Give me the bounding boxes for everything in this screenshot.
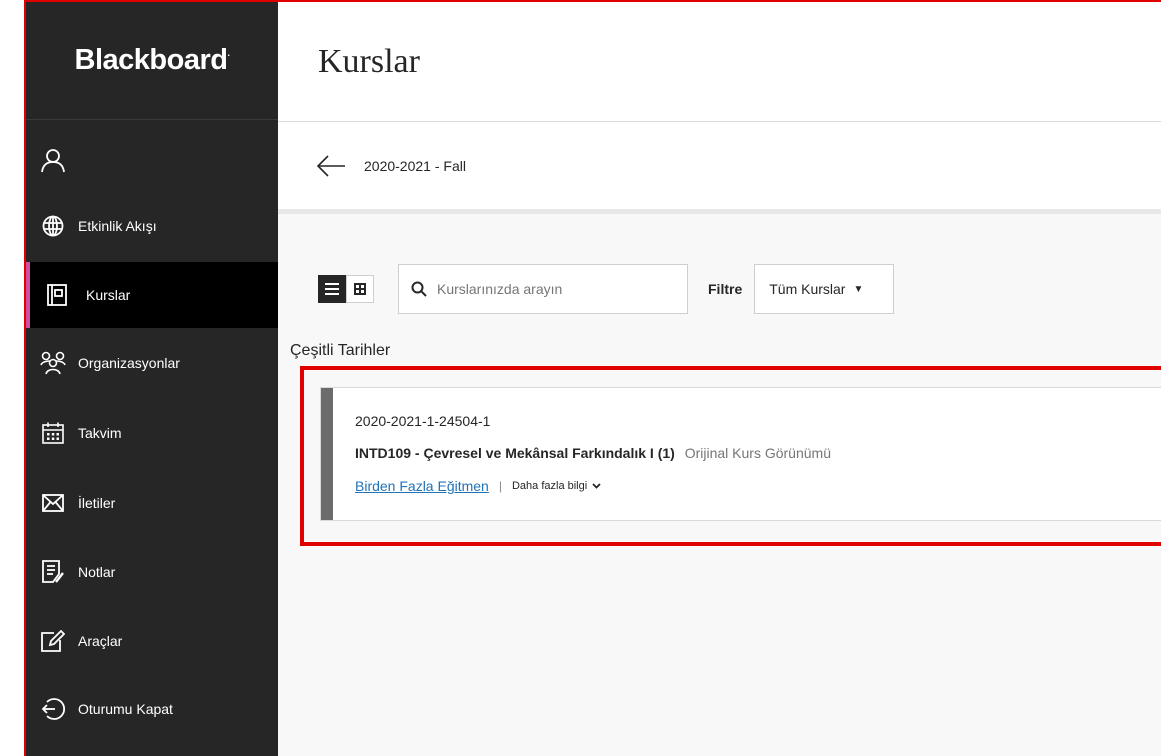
course-color-bar [321,388,333,520]
course-view-type: Orijinal Kurs Görünümü [684,445,831,461]
course-name[interactable]: INTD109 - Çevresel ve Mekânsal Farkındal… [355,445,675,461]
page-header: Kurslar [278,2,1161,122]
chevron-down-icon [592,483,601,489]
sidebar-item-label: Kurslar [86,287,131,303]
calendar-icon [40,420,66,446]
sidebar-item-messages[interactable]: İletiler [26,470,278,536]
courses-content: Filtre Tüm Kurslar ▼ Çeşitli Tarihler 20… [278,214,1161,756]
caret-down-icon: ▼ [853,283,864,295]
list-view-icon [325,283,339,295]
logo-area: Blackboard. [26,2,278,120]
search-input[interactable] [437,281,677,297]
back-arrow-icon[interactable] [316,151,346,181]
sidebar: Blackboard. Etkinlik Akışı Kurslar Organ… [26,2,278,756]
organizations-icon [40,350,66,376]
sidebar-item-label: Oturumu Kapat [78,701,173,717]
sidebar-item-tools[interactable]: Araçlar [26,608,278,674]
grid-view-icon [354,283,366,295]
sidebar-item-organizations[interactable]: Organizasyonlar [26,330,278,396]
grades-icon [40,559,66,585]
list-view-button[interactable] [318,275,346,303]
term-group-title: Çeşitli Tarihler [290,342,391,359]
sidebar-item-activity-stream[interactable]: Etkinlik Akışı [26,193,278,259]
user-icon [40,147,66,173]
view-toggle [318,275,374,303]
term-label: 2020-2021 - Fall [364,157,466,174]
sidebar-item-label: Araçlar [78,633,123,649]
sidebar-item-logout[interactable]: Oturumu Kapat [26,676,278,742]
more-info-label: Daha fazla bilgi [511,480,588,492]
courses-toolbar: Filtre Tüm Kurslar ▼ [318,264,895,314]
filter-select[interactable]: Tüm Kurslar ▼ [754,264,895,314]
logout-icon [40,696,66,722]
sidebar-item-label: Etkinlik Akışı [78,218,157,234]
sidebar-item-profile[interactable] [26,127,278,193]
main-content: Kurslar 2020-2021 - Fall Kurslarınızda a… [278,2,1161,756]
course-id: 2020-2021-1-24504-1 [355,413,491,429]
more-info-toggle[interactable]: Daha fazla bilgi [512,480,601,492]
course-card[interactable]: 2020-2021-1-24504-1 INTD109 - Çevresel v… [320,387,1161,521]
instructors-link[interactable]: Birden Fazla Eğitmen [355,478,489,494]
meta-separator: | [498,479,502,493]
globe-icon [40,213,66,239]
filter-value: Tüm Kurslar [769,281,846,297]
course-meta: Birden Fazla Eğitmen | Daha fazla bilgi [355,478,601,494]
sidebar-item-label: İletiler [78,495,116,511]
tools-icon [40,628,66,654]
courses-icon [44,282,70,308]
sidebar-item-label: Notlar [78,564,116,580]
search-icon [411,281,427,297]
sidebar-item-grades[interactable]: Notlar [26,539,278,605]
grid-view-button[interactable] [346,275,374,303]
filter-label: Filtre [708,281,743,297]
envelope-icon [40,490,66,516]
blackboard-logo[interactable]: Blackboard. [75,44,230,77]
sidebar-item-label: Takvim [78,425,122,441]
page-title: Kurslar [318,42,420,80]
sidebar-item-calendar[interactable]: Takvim [26,400,278,466]
course-search [398,264,688,314]
sidebar-item-label: Organizasyonlar [78,355,180,371]
sidebar-item-courses[interactable]: Kurslar [26,262,278,328]
course-title-line: INTD109 - Çevresel ve Mekânsal Farkındal… [355,445,831,461]
breadcrumb: 2020-2021 - Fall [278,122,1161,214]
